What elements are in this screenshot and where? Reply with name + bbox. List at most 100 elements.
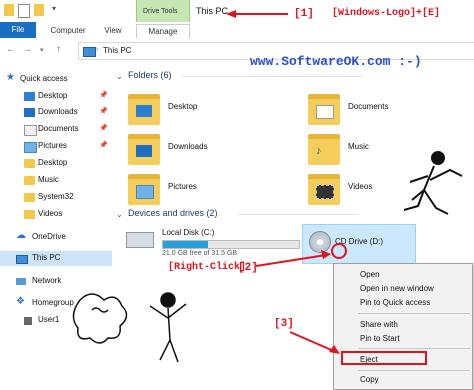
chevron-down-icon[interactable]: ⌄	[116, 210, 123, 219]
pin-icon[interactable]: 📌	[99, 124, 108, 132]
window-title: This PC	[196, 6, 229, 16]
drive-free-space: 21.0 GB free of 31.5 GB	[162, 250, 238, 257]
folder-tile-music[interactable]: ♪ Music	[308, 132, 468, 170]
annotation-label-1: [1]	[294, 8, 314, 20]
sidebar-item-documents[interactable]: Documents 📌	[0, 122, 112, 137]
tab-manage[interactable]: Manage	[136, 24, 190, 39]
ribbon-tabs: File Computer View Manage	[0, 22, 474, 39]
folder-icon	[24, 159, 35, 168]
sidebar-item-label: Downloads	[38, 107, 78, 116]
folder-name: Downloads	[168, 142, 208, 151]
divider	[182, 76, 362, 77]
brand-watermark: www.SoftwareOK.com :-)	[250, 54, 422, 69]
pin-icon[interactable]: 📌	[99, 107, 108, 115]
menu-item-open[interactable]: Open	[334, 268, 472, 282]
new-folder-icon[interactable]	[34, 4, 44, 16]
menu-item-label: Pin to Start	[360, 334, 400, 343]
sidebar-item-network[interactable]: Network	[0, 274, 112, 289]
chevron-down-icon[interactable]: ⌄	[116, 72, 123, 81]
address-path: This PC	[103, 46, 132, 55]
sidebar-item-downloads[interactable]: Downloads 📌	[0, 105, 112, 120]
menu-item-share-with[interactable]: Share with	[334, 318, 472, 332]
sidebar-item-homegroup[interactable]: ❖ Homegroup	[0, 296, 112, 311]
up-arrow-icon[interactable]: ↑	[56, 44, 61, 55]
properties-icon[interactable]	[18, 4, 30, 18]
back-arrow-icon[interactable]: ←	[6, 44, 16, 55]
sidebar-item-videos[interactable]: Videos	[0, 207, 112, 222]
sidebar-item-desktop-folder[interactable]: Desktop	[0, 156, 112, 171]
drive-tile-local-disk[interactable]: Local Disk (C:) 21.0 GB free of 31.5 GB	[126, 226, 306, 264]
folder-icon	[24, 210, 35, 219]
sidebar-item-onedrive[interactable]: ☁ OneDrive	[0, 230, 112, 245]
homegroup-icon: ❖	[16, 296, 25, 307]
menu-item-pin-quick-access[interactable]: Pin to Quick access	[334, 296, 472, 310]
annotation-label-3: [3]	[274, 318, 294, 330]
menu-item-label: Share with	[360, 320, 398, 329]
tab-file[interactable]: File	[0, 22, 36, 38]
divider	[238, 214, 358, 215]
folder-name: Music	[348, 142, 369, 151]
menu-item-label: Open	[360, 270, 380, 279]
annotation-label-2: [2]	[238, 262, 258, 274]
sidebar-item-user1[interactable]: User1	[0, 313, 112, 328]
menu-separator	[358, 370, 470, 371]
annotation-right-click: [Right-Click]	[168, 262, 247, 273]
sidebar-item-label: Quick access	[20, 74, 68, 83]
sidebar-item-label: Music	[38, 175, 59, 184]
sidebar-item-label: Desktop	[38, 158, 68, 167]
folder-icon	[128, 174, 160, 205]
sidebar-item-system32[interactable]: System32	[0, 190, 112, 205]
folders-group-heading[interactable]: Folders (6)	[128, 70, 172, 80]
folder-tile-desktop[interactable]: Desktop	[128, 92, 288, 130]
breadcrumb-separator-icon: ›	[96, 46, 99, 53]
download-icon	[136, 145, 152, 157]
computer-icon	[83, 47, 96, 57]
tab-computer[interactable]: Computer	[46, 24, 90, 38]
network-icon	[16, 278, 26, 285]
folder-icon	[128, 94, 160, 125]
folder-name: Videos	[348, 182, 373, 191]
folder-tile-videos[interactable]: Videos	[308, 172, 468, 210]
music-note-icon: ♪	[316, 145, 322, 157]
star-icon: ★	[6, 72, 15, 83]
forward-arrow-icon[interactable]: →	[22, 44, 32, 55]
menu-item-copy[interactable]: Copy	[334, 373, 472, 387]
folder-icon	[24, 193, 35, 202]
folder-tile-pictures[interactable]: Pictures	[128, 172, 288, 210]
document-icon	[316, 105, 334, 119]
sidebar-item-this-pc[interactable]: This PC	[0, 251, 112, 266]
folder-icon: ♪	[308, 134, 340, 165]
chevron-down-icon[interactable]: ▾	[52, 4, 58, 16]
folder-tile-downloads[interactable]: Downloads	[128, 132, 288, 170]
sidebar-item-pictures[interactable]: Pictures 📌	[0, 139, 112, 154]
folder-name: Pictures	[168, 182, 197, 191]
folder-icon	[24, 176, 35, 185]
menu-item-pin-start[interactable]: Pin to Start	[334, 332, 472, 346]
annotation-shortcut: [Windows-Logo]+[E]	[332, 8, 441, 19]
drive-tile-cd[interactable]: CD Drive (D:)	[302, 224, 416, 264]
sidebar-item-label: Network	[32, 276, 62, 285]
sidebar-item-label: Desktop	[38, 91, 68, 100]
computer-icon	[16, 255, 28, 264]
recent-locations-icon[interactable]: ▾	[40, 46, 44, 54]
pin-icon[interactable]: 📌	[99, 141, 108, 149]
menu-item-open-new-window[interactable]: Open in new window	[334, 282, 472, 296]
menu-item-label: Open in new window	[360, 284, 434, 293]
sidebar-item-music[interactable]: Music	[0, 173, 112, 188]
folder-tile-documents[interactable]: Documents	[308, 92, 468, 130]
sidebar-item-quick-access[interactable]: ★ Quick access	[0, 72, 112, 87]
folder-icon	[308, 174, 340, 205]
context-tab-label: Drive Tools	[143, 8, 178, 15]
tab-view[interactable]: View	[98, 24, 128, 38]
desktop-icon	[24, 92, 35, 101]
menu-separator	[358, 313, 470, 314]
sidebar-item-desktop[interactable]: Desktop 📌	[0, 89, 112, 104]
eject-highlight-box	[341, 351, 427, 365]
document-icon	[24, 125, 37, 136]
context-menu: Open Open in new window Pin to Quick acc…	[333, 263, 473, 390]
sidebar-item-label: Videos	[38, 209, 63, 218]
devices-group-heading[interactable]: Devices and drives (2)	[128, 208, 218, 218]
sidebar-item-label: User1	[38, 315, 60, 324]
sidebar-item-label: This PC	[32, 253, 61, 262]
pin-icon[interactable]: 📌	[99, 91, 108, 99]
